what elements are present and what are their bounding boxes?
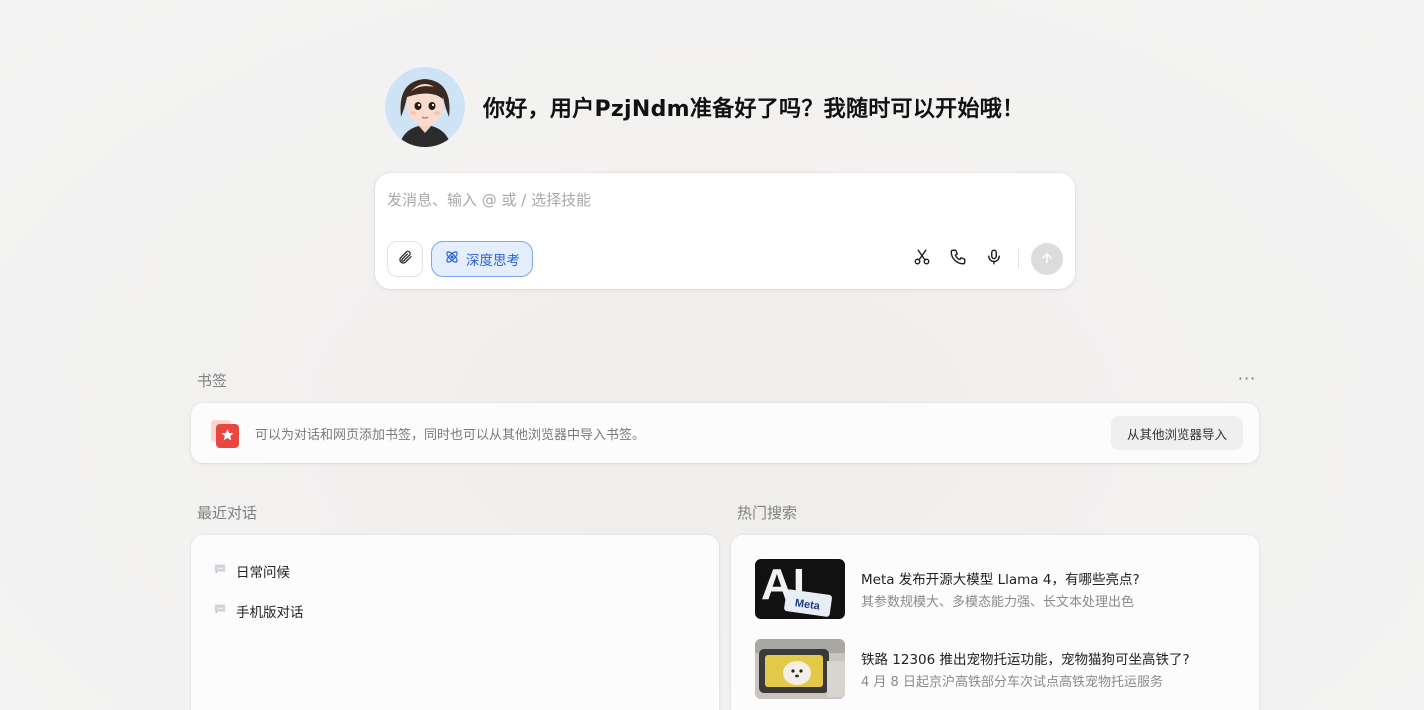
attach-button[interactable] (387, 241, 423, 277)
microphone-icon (985, 248, 1003, 270)
recent-item-label: 日常问候 (236, 565, 290, 581)
recent-title: 最近对话 (197, 504, 258, 522)
hot-thumbnail: AI Meta (755, 559, 845, 619)
message-input[interactable] (387, 187, 1047, 213)
hot-item-title: Meta 发布开源大模型 Llama 4，有哪些亮点? (861, 572, 1140, 588)
atom-icon (444, 249, 460, 269)
message-composer: 深度思考 (375, 173, 1075, 289)
scissors-button[interactable] (910, 247, 934, 271)
bookmarks-title: 书签 (197, 372, 228, 390)
hot-thumbnail (755, 639, 845, 699)
scissors-icon (913, 248, 931, 270)
star-bookmark-icon (211, 420, 239, 448)
hot-item-title: 铁路 12306 推出宠物托运功能，宠物猫狗可坐高铁了? (861, 652, 1190, 668)
recent-item-label: 手机版对话 (236, 605, 304, 621)
toolbar-divider (1018, 249, 1019, 269)
chat-bubble-icon (213, 602, 227, 620)
paperclip-icon (397, 249, 413, 269)
voice-call-button[interactable] (946, 247, 970, 271)
assistant-avatar (385, 67, 465, 147)
hot-search-item[interactable]: AI Meta Meta 发布开源大模型 Llama 4，有哪些亮点? 其参数规… (755, 559, 1235, 619)
microphone-button[interactable] (982, 247, 1006, 271)
deep-think-label: 深度思考 (466, 253, 520, 269)
bookmarks-card: 可以为对话和网页添加书签，同时也可以从其他浏览器中导入书签。 从其他浏览器导入 (191, 403, 1259, 463)
more-icon[interactable]: ··· (1236, 368, 1258, 388)
hot-search-item[interactable]: 铁路 12306 推出宠物托运功能，宠物猫狗可坐高铁了? 4 月 8 日起京沪高… (755, 639, 1235, 699)
hot-card: AI Meta Meta 发布开源大模型 Llama 4，有哪些亮点? 其参数规… (731, 535, 1259, 710)
hero: 你好，用户PzjNdm准备好了吗？我随时可以开始哦！ (385, 67, 1024, 147)
hot-item-subtitle: 其参数规模大、多模态能力强、长文本处理出色 (861, 595, 1135, 610)
hot-item-subtitle: 4 月 8 日起京沪高铁部分车次试点高铁宠物托运服务 (861, 675, 1163, 690)
import-bookmarks-button[interactable]: 从其他浏览器导入 (1110, 416, 1243, 450)
deep-think-button[interactable]: 深度思考 (431, 241, 533, 277)
send-button[interactable] (1031, 243, 1063, 275)
hot-title: 热门搜索 (737, 504, 798, 522)
recent-card: 日常问候 手机版对话 (191, 535, 719, 710)
list-item[interactable]: 手机版对话 (213, 601, 304, 621)
phone-icon (949, 248, 967, 270)
bookmarks-hint: 可以为对话和网页添加书签，同时也可以从其他浏览器中导入书签。 (255, 428, 646, 443)
chat-bubble-icon (213, 562, 227, 580)
list-item[interactable]: 日常问候 (213, 561, 290, 581)
arrow-up-icon (1040, 250, 1054, 269)
greeting-title: 你好，用户PzjNdm准备好了吗？我随时可以开始哦！ (483, 97, 1025, 122)
